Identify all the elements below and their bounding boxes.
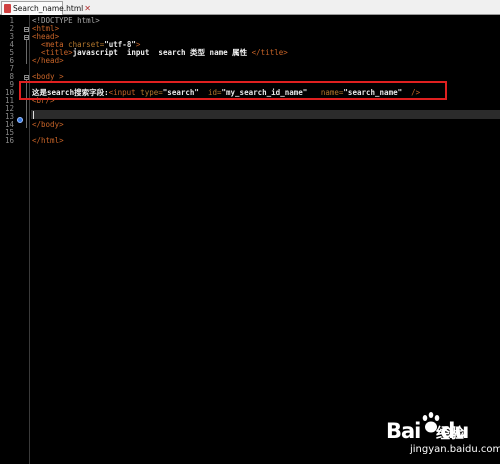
tab-label: Search_name.html [13,4,84,13]
fold-line [26,40,27,64]
close-icon[interactable]: ✕ [84,4,91,13]
watermark-jingyan: 经验 [436,426,464,442]
tab-search-name-html[interactable]: Search_name.html ✕ [1,1,91,15]
tag-text: </html> [32,136,64,145]
tag-text: </title> [251,48,288,57]
tag-text: </head> [32,56,64,65]
tag-text: <body > [32,72,64,81]
watermark-site: jingyan.baidu.com [410,444,500,455]
annotation-box [19,81,447,100]
code-line-16: </html> [32,137,64,145]
fold-toggle-icon[interactable] [24,27,29,32]
code-line-5: <title>javascript input search 类型 name 属… [32,49,288,57]
file-icon [4,4,11,13]
bookmark-icon[interactable] [17,117,23,123]
tag-text: </body> [32,120,64,129]
tab-bar: Search_name.html ✕ [0,0,500,15]
title-text: javascript input search 类型 name 属性 [72,48,252,57]
code-line-8: <body > [32,73,64,81]
text-cursor [33,111,34,119]
brand-part-1: Bai [386,419,421,443]
current-line-highlight [31,110,500,119]
code-line-6: </head> [32,57,64,65]
code-line-14: </body> [32,121,64,129]
line-number: 16 [4,136,14,145]
baidu-jingyan-watermark: Bai du 经验 jingyan.baidu.com [386,409,500,459]
